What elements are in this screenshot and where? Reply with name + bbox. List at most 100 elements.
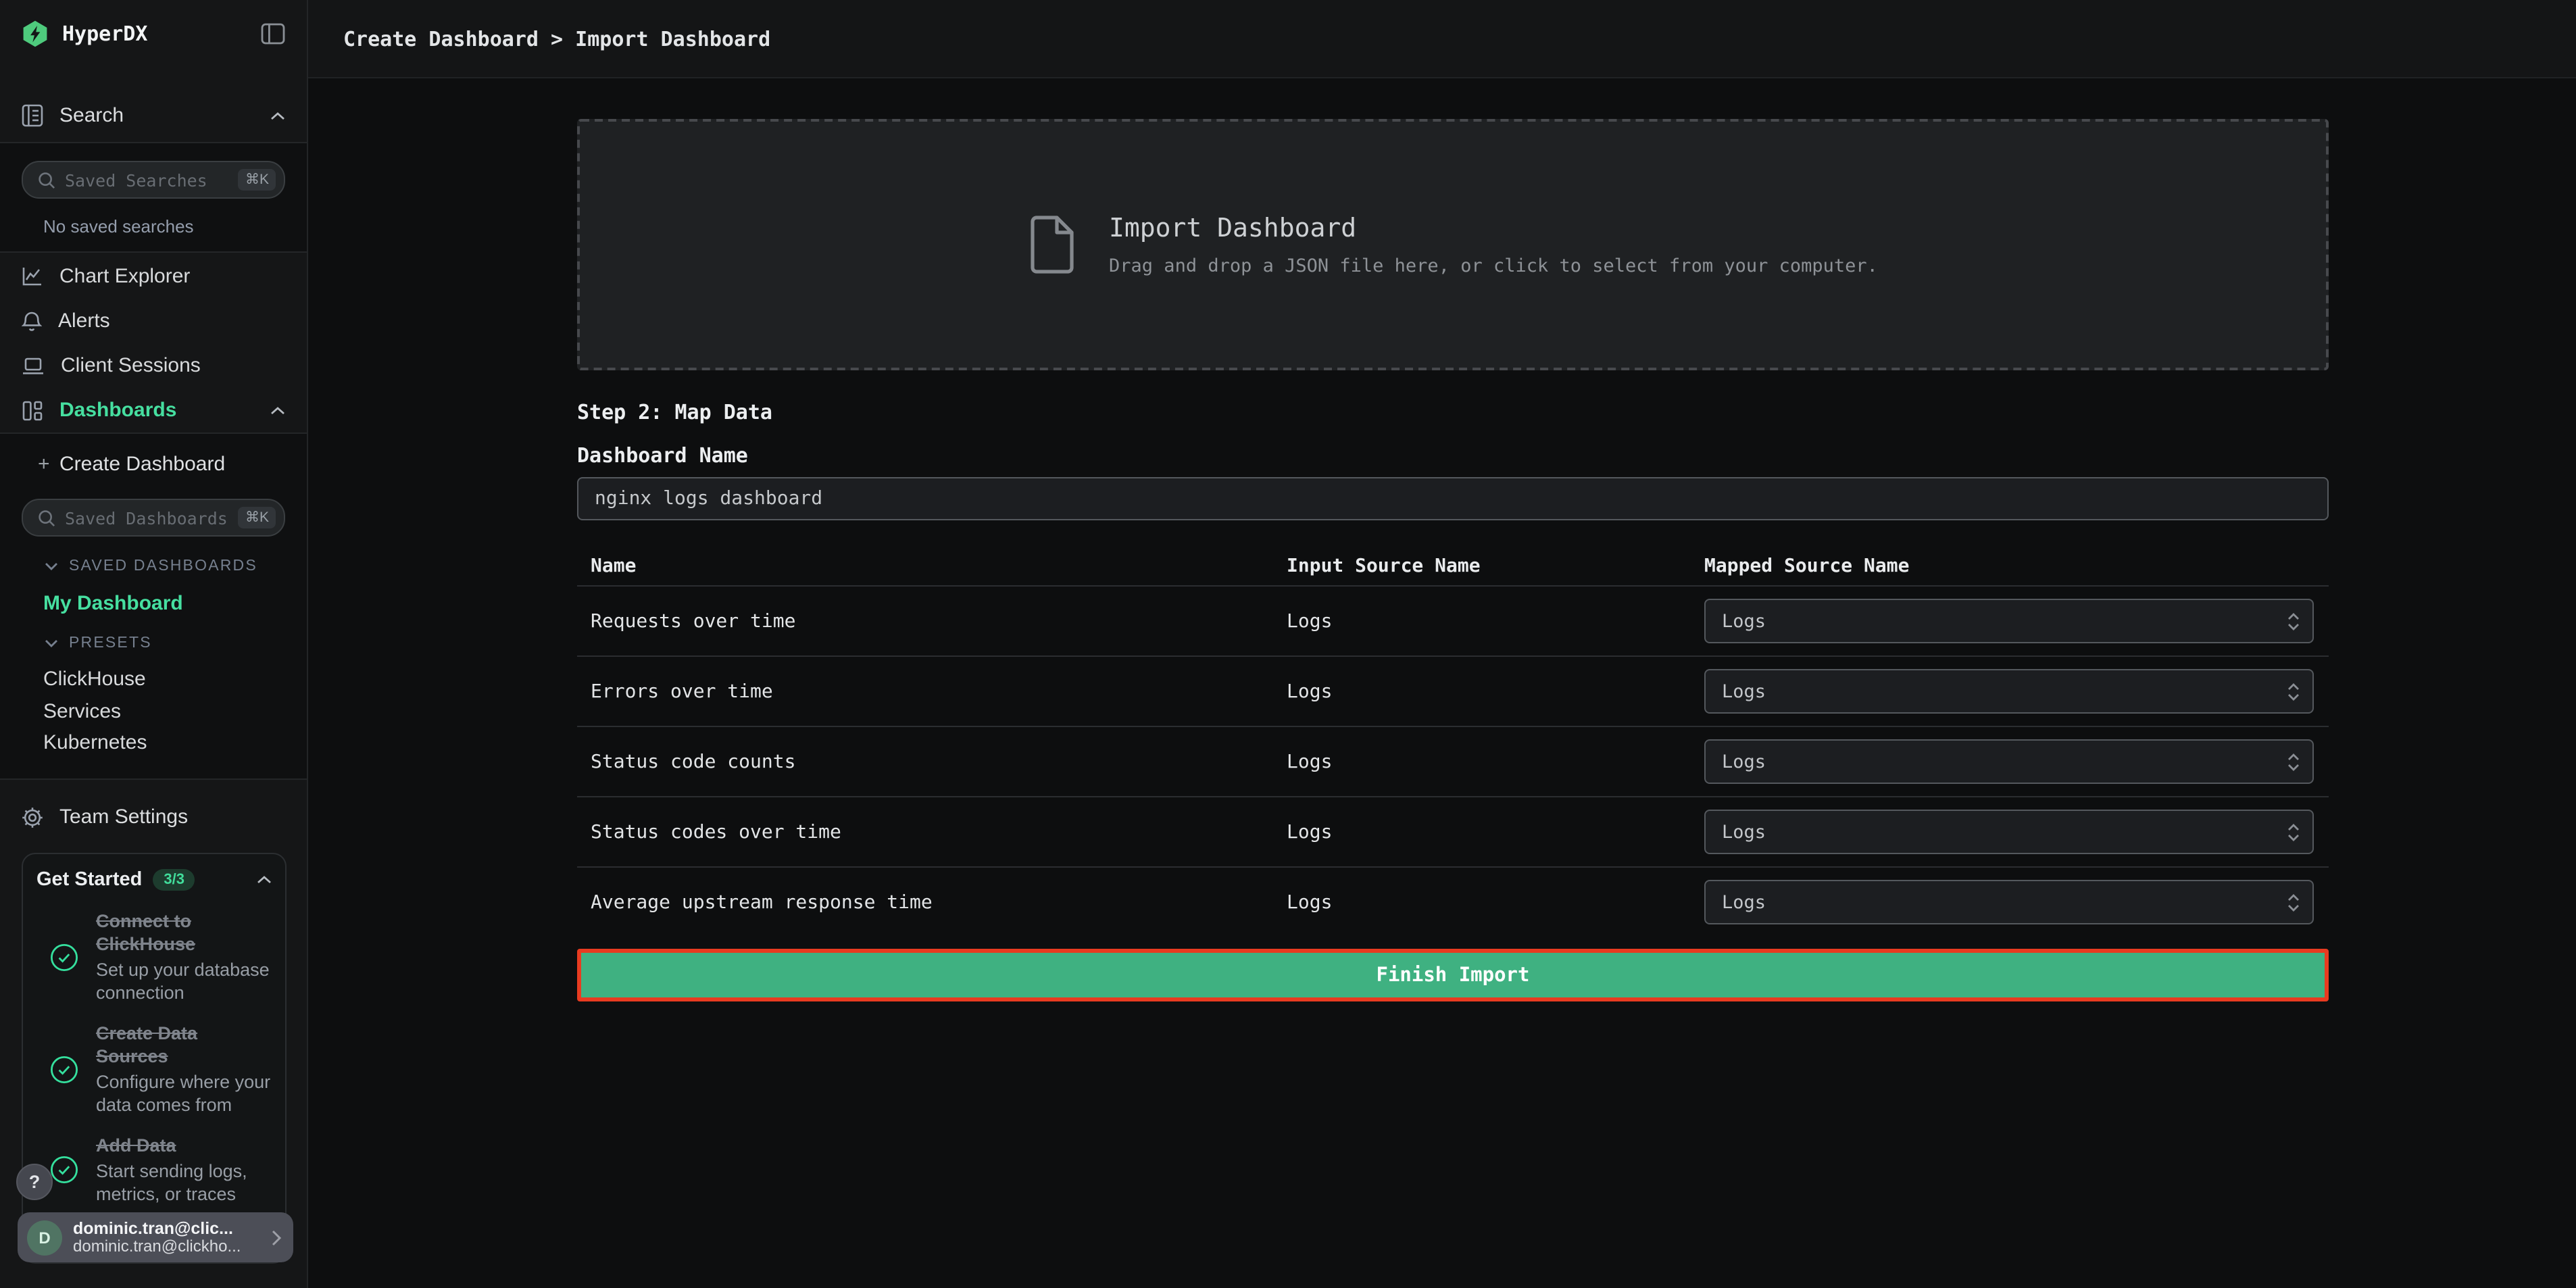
help-button[interactable]: ?	[16, 1164, 53, 1200]
input-source-cell: Logs	[1287, 680, 1704, 702]
avatar: D	[27, 1220, 62, 1255]
file-icon	[1028, 215, 1074, 274]
sidebar-item-chart-explorer[interactable]: Chart Explorer	[0, 254, 307, 299]
chart-name-cell: Requests over time	[577, 610, 1287, 632]
finish-import-button[interactable]: Finish Import	[577, 949, 2329, 1001]
import-dashboard-content: Import Dashboard Drag and drop a JSON fi…	[577, 119, 2329, 1001]
sidebar-item-kubernetes[interactable]: Kubernetes	[0, 727, 307, 759]
mapped-source-select[interactable]: Logs	[1704, 810, 2314, 854]
chevron-down-icon	[45, 639, 58, 647]
checklist-item[interactable]: Create Data Sources Configure where your…	[36, 1022, 272, 1116]
sidebar-item-team-settings[interactable]: Team Settings	[0, 790, 307, 844]
dashboard-name-label: Dashboard Name	[577, 446, 2329, 466]
create-dashboard-label: Create Dashboard	[59, 453, 225, 476]
bell-icon	[22, 310, 42, 332]
mapping-table: Name Input Source Name Mapped Source Nam…	[577, 546, 2329, 937]
main-header: Create Dashboard > Import Dashboard	[308, 0, 2576, 78]
laptop-icon	[22, 356, 45, 375]
mapped-source-select[interactable]: Logs	[1704, 880, 2314, 924]
checklist-item-subtitle: Configure where your data comes from	[96, 1070, 272, 1116]
sidebar: HyperDX Search	[0, 0, 308, 1288]
collapse-sidebar-icon[interactable]	[259, 21, 287, 45]
shortcut-badge: ⌘K	[239, 507, 276, 528]
sidebar-item-clickhouse[interactable]: ClickHouse	[0, 664, 307, 695]
dropzone-title: Import Dashboard	[1109, 213, 1878, 243]
sidebar-item-label: Client Sessions	[61, 354, 201, 377]
saved-dashboards-input[interactable]: Saved Dashboards ⌘K	[22, 499, 285, 537]
mapped-source-select[interactable]: Logs	[1704, 669, 2314, 714]
group-label: SAVED DASHBOARDS	[69, 558, 257, 574]
input-source-cell: Logs	[1287, 821, 1704, 843]
dashboard-name-input[interactable]	[577, 477, 2329, 520]
input-source-cell: Logs	[1287, 610, 1704, 632]
checklist-item-subtitle: Start sending logs, metrics, or traces	[96, 1160, 272, 1206]
get-started-title: Get Started	[36, 869, 142, 891]
check-circle-icon	[50, 1156, 78, 1184]
table-header-row: Name Input Source Name Mapped Source Nam…	[577, 546, 2329, 585]
check-circle-icon	[50, 943, 78, 971]
chevron-up-icon	[270, 406, 285, 414]
checklist-item[interactable]: Connect to ClickHouse Set up your databa…	[36, 910, 272, 1004]
checklist-item-title: Create Data Sources	[96, 1022, 272, 1068]
sidebar-item-client-sessions[interactable]: Client Sessions	[0, 343, 307, 388]
dropzone-subtitle: Drag and drop a JSON file here, or click…	[1109, 255, 1878, 276]
sidebar-item-alerts[interactable]: Alerts	[0, 299, 307, 343]
saved-dashboards-group[interactable]: SAVED DASHBOARDS	[0, 553, 307, 580]
table-row: Requests over time Logs Logs	[577, 585, 2329, 655]
mapped-source-select[interactable]: Logs	[1704, 739, 2314, 784]
no-saved-searches-text: No saved searches	[43, 218, 285, 235]
group-label: PRESETS	[69, 635, 152, 651]
column-header-name: Name	[577, 555, 1287, 576]
select-chevrons-icon	[2287, 821, 2300, 843]
chevron-right-icon	[272, 1229, 281, 1245]
main-area: Create Dashboard > Import Dashboard Impo…	[308, 0, 2576, 1288]
saved-searches-input[interactable]: Saved Searches ⌘K	[22, 161, 285, 199]
checklist-item[interactable]: Add Data Start sending logs, metrics, or…	[36, 1134, 272, 1206]
select-chevrons-icon	[2287, 751, 2300, 772]
shortcut-badge: ⌘K	[239, 170, 276, 191]
chart-icon	[22, 266, 43, 287]
select-value: Logs	[1722, 891, 1766, 913]
get-started-header[interactable]: Get Started 3/3	[36, 869, 272, 891]
get-started-panel: Get Started 3/3	[22, 853, 287, 1264]
sidebar-item-services[interactable]: Services	[0, 695, 307, 727]
column-header-mapped-source: Mapped Source Name	[1704, 555, 2329, 576]
import-dropzone[interactable]: Import Dashboard Drag and drop a JSON fi…	[577, 119, 2329, 370]
sidebar-item-label: Dashboards	[59, 399, 176, 422]
chart-name-cell: Errors over time	[577, 680, 1287, 702]
checklist-item-title: Add Data	[96, 1134, 272, 1157]
hyperdx-logo-icon	[20, 18, 50, 48]
hyperdx-app: HyperDX Search	[0, 0, 2576, 1288]
chart-name-cell: Status code counts	[577, 751, 1287, 772]
chevron-up-icon	[270, 112, 285, 120]
sidebar-item-label: Chart Explorer	[59, 265, 190, 288]
input-source-cell: Logs	[1287, 891, 1704, 913]
gear-icon	[22, 806, 43, 828]
dashboards-panel: + Create Dashboard Saved Dashboards ⌘K	[0, 432, 307, 779]
input-source-cell: Logs	[1287, 751, 1704, 772]
presets-group[interactable]: PRESETS	[0, 630, 307, 657]
chart-name-cell: Status codes over time	[577, 821, 1287, 843]
sidebar-section-search[interactable]: Search	[0, 89, 307, 143]
select-value: Logs	[1722, 610, 1766, 632]
progress-badge: 3/3	[153, 869, 195, 891]
select-value: Logs	[1722, 821, 1766, 843]
table-row: Errors over time Logs Logs	[577, 655, 2329, 726]
user-account-button[interactable]: D dominic.tran@clic... dominic.tran@clic…	[18, 1212, 293, 1262]
mapped-source-select[interactable]: Logs	[1704, 599, 2314, 643]
select-value: Logs	[1722, 680, 1766, 702]
brand[interactable]: HyperDX	[20, 18, 147, 48]
sidebar-header: HyperDX	[0, 0, 307, 66]
search-panel: Saved Searches ⌘K No saved searches	[0, 143, 307, 253]
table-row: Status code counts Logs Logs	[577, 726, 2329, 796]
select-chevrons-icon	[2287, 680, 2300, 702]
saved-dashboards-placeholder: Saved Dashboards	[65, 507, 229, 528]
select-chevrons-icon	[2287, 610, 2300, 632]
team-settings-label: Team Settings	[59, 806, 188, 828]
create-dashboard-button[interactable]: + Create Dashboard	[0, 442, 307, 487]
chevron-up-icon	[257, 876, 272, 884]
user-name: dominic.tran@clic...	[73, 1219, 261, 1238]
sidebar-item-my-dashboard[interactable]: My Dashboard	[0, 588, 307, 619]
sidebar-item-dashboards[interactable]: Dashboards	[0, 388, 307, 432]
search-journal-icon	[22, 104, 43, 127]
